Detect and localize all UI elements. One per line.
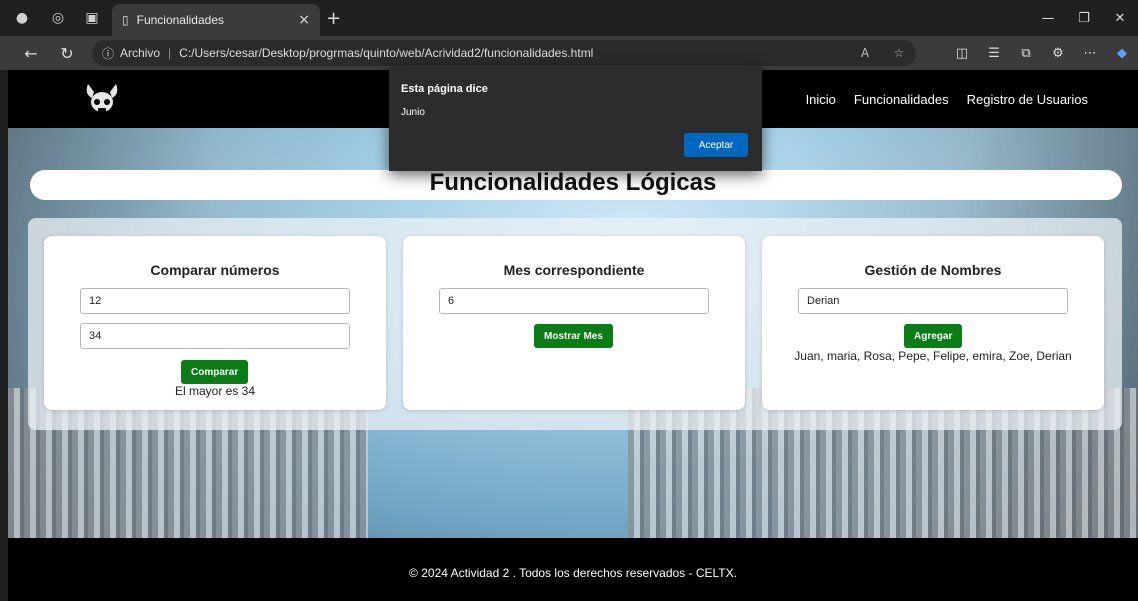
dialog-title: Esta página dice (401, 83, 488, 95)
address-url: C:/Users/cesar/Desktop/progrmas/quinto/w… (179, 46, 594, 60)
compare-card-title: Comparar números (150, 262, 280, 278)
second-number-input[interactable] (80, 323, 350, 349)
minimize-icon[interactable]: — (1030, 0, 1066, 36)
back-icon[interactable]: ← (16, 38, 46, 68)
compare-button[interactable]: Comparar (181, 360, 249, 384)
window-controls: — ❐ ✕ (1030, 0, 1138, 36)
alert-dialog: Esta página dice Junio Aceptar (389, 67, 762, 171)
info-icon[interactable]: ⓘ (102, 45, 114, 62)
tab-actions-icon[interactable]: ▣ (78, 4, 106, 32)
favorite-star-icon[interactable]: ☆ (882, 40, 916, 66)
address-scheme: Archivo (120, 46, 161, 60)
show-month-button[interactable]: Mostrar Mes (534, 324, 613, 348)
names-card-title: Gestión de Nombres (864, 262, 1002, 278)
restore-icon[interactable]: ❐ (1066, 0, 1102, 36)
dialog-message: Junio (401, 107, 425, 118)
more-options-icon[interactable]: ⋯ (1074, 36, 1106, 70)
address-bar[interactable]: ⓘ Archivo | C:/Users/cesar/Desktop/progr… (92, 40, 916, 66)
nav-link-registro[interactable]: Registro de Usuarios (967, 92, 1088, 107)
accept-button[interactable]: Aceptar (684, 133, 748, 157)
new-tab-icon[interactable]: + (326, 8, 341, 29)
names-list: Juan, maria, Rosa, Pepe, Felipe, emira, … (794, 349, 1072, 363)
page-icon: ▯ (122, 13, 129, 27)
month-number-input[interactable] (439, 288, 709, 314)
address-separator: | (168, 46, 172, 60)
compare-card: Comparar números Comparar El mayor es 34 (44, 236, 386, 410)
split-screen-icon[interactable]: ◫ (946, 36, 978, 70)
page-title: Funcionalidades Lógicas (429, 169, 717, 196)
compare-result: El mayor es 34 (174, 384, 256, 398)
nav-link-funcionalidades[interactable]: Funcionalidades (854, 92, 949, 107)
footer-text: © 2024 Actividad 2 . Todos los derechos … (409, 566, 737, 580)
collections-icon[interactable]: ⧉ (1010, 36, 1042, 70)
copilot-icon[interactable]: ◆ (1106, 36, 1138, 70)
month-card-title: Mes correspondiente (503, 262, 645, 278)
read-aloud-icon[interactable]: A (848, 40, 882, 66)
site-footer: © 2024 Actividad 2 . Todos los derechos … (8, 538, 1138, 601)
workspaces-icon[interactable]: ◎ (44, 4, 72, 32)
close-tab-icon[interactable]: × (298, 12, 310, 28)
reload-icon[interactable]: ↻ (52, 38, 82, 68)
close-window-icon[interactable]: ✕ (1102, 0, 1138, 36)
month-card: Mes correspondiente Mostrar Mes (403, 236, 745, 410)
browser-toolbar: ← ↻ ⓘ Archivo | C:/Users/cesar/Desktop/p… (0, 36, 1138, 70)
tab-title: Funcionalidades (136, 13, 225, 27)
add-name-button[interactable]: Agregar (904, 324, 963, 348)
name-input[interactable] (798, 288, 1068, 314)
profile-avatar-icon[interactable]: ● (8, 4, 36, 32)
favorites-icon[interactable]: ☰ (978, 36, 1010, 70)
browser-tab[interactable]: ▯ Funcionalidades × (112, 4, 320, 36)
nav-link-inicio[interactable]: Inicio (806, 92, 836, 107)
logo-icon (86, 84, 118, 112)
browser-tab-strip: ● ◎ ▣ ▯ Funcionalidades × + — ❐ ✕ (0, 0, 1138, 36)
names-card: Gestión de Nombres Agregar Juan, maria, … (762, 236, 1104, 410)
extensions-icon[interactable]: ⚙ (1042, 36, 1074, 70)
site-nav: Inicio Funcionalidades Registro de Usuar… (806, 92, 1088, 107)
browser-tools: ◫ ☰ ⧉ ⚙ ⋯ ◆ (946, 36, 1138, 70)
first-number-input[interactable] (80, 288, 350, 314)
